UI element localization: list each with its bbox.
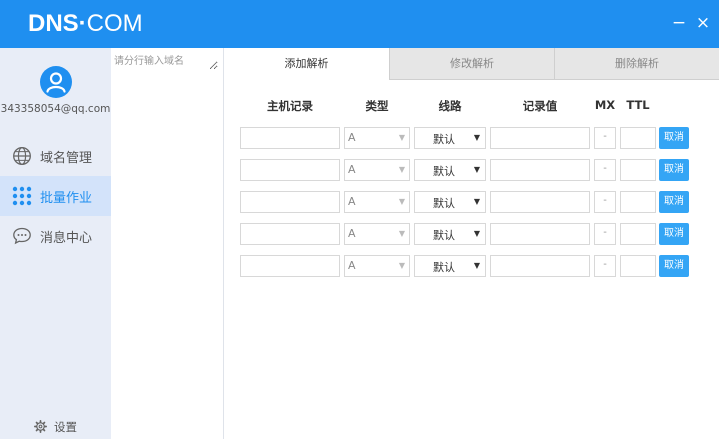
line-select-value: 默认 <box>433 197 455 210</box>
record-row: A ▼ 默认 ▼ - 取消 <box>0 255 719 277</box>
line-select-value: 默认 <box>433 261 455 274</box>
line-select[interactable]: 默认 ▼ <box>414 191 486 213</box>
mx-value: - <box>603 195 607 206</box>
record-row: A ▼ 默认 ▼ - 取消 <box>0 223 719 245</box>
chevron-down-icon: ▼ <box>398 133 405 142</box>
type-select[interactable]: A ▼ <box>344 191 410 213</box>
line-select[interactable]: 默认 ▼ <box>414 159 486 181</box>
user-email: 343358054@qq.com <box>0 103 111 115</box>
line-select-value: 默认 <box>433 229 455 242</box>
line-select[interactable]: 默认 ▼ <box>414 127 486 149</box>
mx-value: - <box>603 227 607 238</box>
title-bar: DNS·COM − × <box>0 0 719 48</box>
cancel-button[interactable]: 取消 <box>659 159 689 181</box>
chevron-down-icon: ▼ <box>473 165 480 174</box>
close-button[interactable]: × <box>692 11 714 35</box>
domain-list-input[interactable] <box>114 52 218 70</box>
tab-modify-record[interactable]: 修改解析 <box>389 48 554 80</box>
type-select-value: A <box>348 195 356 208</box>
record-row: A ▼ 默认 ▼ - 取消 <box>0 127 719 149</box>
logo-dot: · <box>78 10 87 37</box>
chevron-down-icon: ▼ <box>398 261 405 270</box>
column-header-type: 类型 <box>365 99 389 113</box>
column-header-line: 线路 <box>438 99 462 113</box>
type-select[interactable]: A ▼ <box>344 159 410 181</box>
type-select-value: A <box>348 259 356 272</box>
record-value-input[interactable] <box>490 191 590 213</box>
line-select-value: 默认 <box>433 133 455 146</box>
chevron-down-icon: ▼ <box>473 261 480 270</box>
mx-input[interactable]: - <box>594 255 616 277</box>
type-select-value: A <box>348 163 356 176</box>
ttl-input[interactable] <box>620 159 656 181</box>
record-value-input[interactable] <box>490 223 590 245</box>
minimize-button[interactable]: − <box>668 11 690 35</box>
cancel-button[interactable]: 取消 <box>659 255 689 277</box>
column-header-ttl: TTL <box>626 98 650 112</box>
host-record-input[interactable] <box>240 127 340 149</box>
record-value-input[interactable] <box>490 127 590 149</box>
chevron-down-icon: ▼ <box>398 229 405 238</box>
ttl-input[interactable] <box>620 127 656 149</box>
line-select[interactable]: 默认 ▼ <box>414 223 486 245</box>
record-value-input[interactable] <box>490 255 590 277</box>
cancel-button[interactable]: 取消 <box>659 223 689 245</box>
column-header-host: 主机记录 <box>267 99 313 113</box>
record-row: A ▼ 默认 ▼ - 取消 <box>0 159 719 181</box>
record-row: A ▼ 默认 ▼ - 取消 <box>0 191 719 213</box>
cancel-button[interactable]: 取消 <box>659 127 689 149</box>
gear-icon <box>34 420 47 433</box>
mx-input[interactable]: - <box>594 223 616 245</box>
line-select-value: 默认 <box>433 165 455 178</box>
column-header-value: 记录值 <box>522 99 558 113</box>
mx-input[interactable]: - <box>594 159 616 181</box>
settings-label: 设置 <box>54 420 77 434</box>
tab-delete-record[interactable]: 删除解析 <box>554 48 719 80</box>
cancel-button[interactable]: 取消 <box>659 191 689 213</box>
mx-input[interactable]: - <box>594 127 616 149</box>
logo-dns: DNS <box>28 10 79 37</box>
line-select[interactable]: 默认 ▼ <box>414 255 486 277</box>
chevron-down-icon: ▼ <box>398 197 405 206</box>
tab-add-record[interactable]: 添加解析 <box>224 48 389 80</box>
app-logo: DNS·COM <box>28 8 143 40</box>
chevron-down-icon: ▼ <box>398 165 405 174</box>
host-record-input[interactable] <box>240 191 340 213</box>
ttl-input[interactable] <box>620 223 656 245</box>
mx-value: - <box>603 163 607 174</box>
mx-input[interactable]: - <box>594 191 616 213</box>
column-header-mx: MX <box>594 98 616 112</box>
mx-value: - <box>603 259 607 270</box>
mx-value: - <box>603 131 607 142</box>
type-select[interactable]: A ▼ <box>344 255 410 277</box>
host-record-input[interactable] <box>240 159 340 181</box>
chevron-down-icon: ▼ <box>473 197 480 206</box>
host-record-input[interactable] <box>240 255 340 277</box>
record-value-input[interactable] <box>490 159 590 181</box>
type-select-value: A <box>348 227 356 240</box>
type-select[interactable]: A ▼ <box>344 127 410 149</box>
chevron-down-icon: ▼ <box>473 229 480 238</box>
type-select-value: A <box>348 131 356 144</box>
host-record-input[interactable] <box>240 223 340 245</box>
operation-tabs: 添加解析 修改解析 删除解析 <box>224 48 719 80</box>
type-select[interactable]: A ▼ <box>344 223 410 245</box>
chevron-down-icon: ▼ <box>473 133 480 142</box>
ttl-input[interactable] <box>620 191 656 213</box>
user-avatar-icon[interactable] <box>40 66 72 98</box>
ttl-input[interactable] <box>620 255 656 277</box>
logo-com: COM <box>86 10 143 37</box>
